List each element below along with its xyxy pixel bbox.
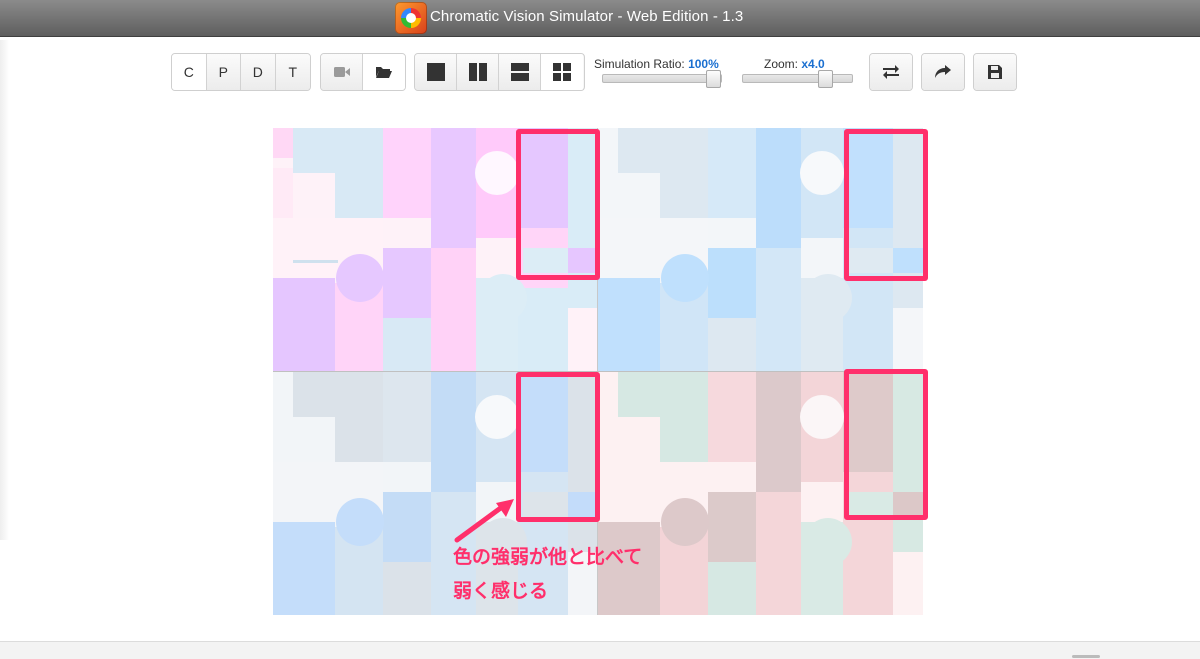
share-icon (935, 65, 951, 78)
layout-rows-icon (510, 63, 529, 81)
share-button[interactable] (922, 54, 964, 90)
swap-button-wrap (869, 53, 913, 91)
highlight-box-t (844, 369, 928, 520)
simulation-ratio-value: 100% (688, 57, 719, 71)
layout-button-group (414, 53, 585, 91)
open-file-button[interactable] (363, 54, 405, 90)
mode-button-d[interactable]: D (241, 54, 276, 90)
swap-button[interactable] (870, 54, 912, 90)
annotation-line-1: 色の強弱が他と比べて (453, 546, 643, 568)
annotation-line-2: 弱く感じる (453, 580, 549, 602)
layout-columns-icon (468, 63, 487, 81)
simulation-ratio-thumb[interactable] (706, 70, 721, 88)
window-footer (0, 641, 1200, 659)
save-icon (988, 65, 1002, 79)
simulation-ratio-caption: Simulation Ratio: (594, 57, 685, 71)
layout-rows-button[interactable] (499, 54, 541, 90)
video-camera-icon (333, 67, 350, 77)
left-edge-shadow (0, 40, 9, 540)
zoom-value: x4.0 (801, 57, 825, 71)
zoom-label: Zoom: x4.0 (764, 57, 825, 71)
annotation-arrow-icon (454, 499, 514, 543)
window-title: Chromatic Vision Simulator - Web Edition… (430, 8, 744, 25)
layout-columns-button[interactable] (457, 54, 499, 90)
mode-button-c[interactable]: C (172, 54, 207, 90)
swap-icon (883, 65, 899, 79)
layout-single-button[interactable] (415, 54, 457, 90)
highlight-box-p (844, 129, 928, 281)
mode-button-t[interactable]: T (275, 54, 310, 90)
save-button-wrap (973, 53, 1017, 91)
simulation-ratio-slider[interactable] (602, 70, 722, 88)
save-button[interactable] (974, 54, 1016, 90)
app-icon (395, 2, 427, 34)
folder-open-icon (376, 67, 392, 78)
highlight-box-c (516, 129, 600, 280)
mode-button-p[interactable]: P (206, 54, 241, 90)
camera-button[interactable] (321, 54, 363, 90)
share-button-wrap (921, 53, 965, 91)
highlight-box-d (516, 372, 600, 522)
simulation-ratio-label: Simulation Ratio: 100% (594, 57, 719, 71)
layout-single-icon (426, 63, 445, 81)
mode-button-group: C P D T (171, 53, 311, 91)
zoom-slider[interactable] (742, 70, 853, 88)
zoom-caption: Zoom: (764, 57, 799, 71)
annotation-text: 色の強弱が他と比べて 弱く感じる (453, 540, 713, 608)
layout-grid-button[interactable] (541, 54, 583, 90)
layout-grid-icon (553, 63, 571, 81)
zoom-thumb[interactable] (818, 70, 833, 88)
window-titlebar: Chromatic Vision Simulator - Web Edition… (0, 0, 1200, 37)
source-button-group (320, 53, 406, 91)
